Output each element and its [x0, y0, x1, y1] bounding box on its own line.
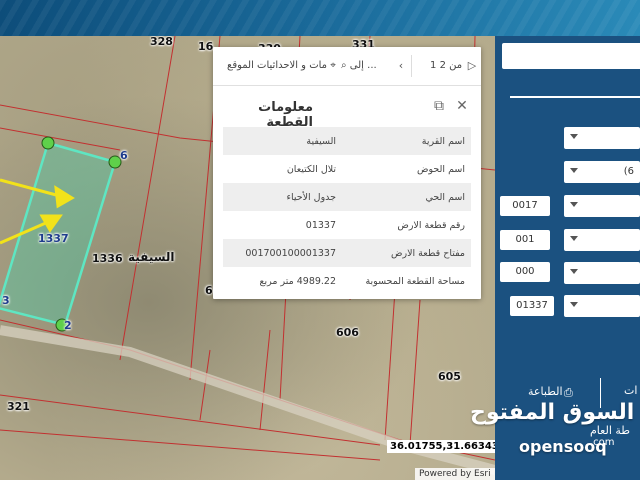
top-banner [0, 0, 640, 36]
chevron-down-icon [570, 269, 578, 274]
directorate-select[interactable]: (6 [564, 161, 640, 183]
header-divider [411, 55, 412, 77]
watermark-suffix: .com [590, 437, 615, 448]
parcel-label: 328 [150, 36, 173, 48]
panel-divider [510, 96, 640, 98]
vertex-label: 2 [64, 319, 72, 332]
popup-title: معلومات القطعة [258, 100, 313, 130]
pager-prev-button[interactable]: ‹ [395, 59, 407, 73]
zoom-to-action[interactable]: ... إلى ⌕ [341, 60, 377, 71]
vertex-label: 3 [2, 294, 10, 307]
parcel-label-selected: 1337 [38, 232, 69, 245]
parcel-label: 16 [198, 40, 214, 53]
esri-attribution[interactable]: Powered by Esri [415, 468, 495, 480]
pin-icon: ⌖ [330, 60, 336, 71]
basin-select[interactable] [564, 229, 640, 251]
chevron-down-icon [570, 302, 578, 307]
governorate-select[interactable] [564, 127, 640, 149]
panel-tab-label[interactable]: ات [624, 384, 637, 397]
table-row: 001700100001337 مفتاح قطعة الارض [223, 239, 471, 267]
zoom-icon: ⌕ [341, 60, 347, 71]
chevron-down-icon [570, 236, 578, 241]
table-row: 4989.22 متر مربع مساحة القطعة المحسوبة [259, 275, 465, 287]
parcel-select[interactable] [564, 295, 640, 317]
chevron-down-icon [570, 134, 578, 139]
vertex-label: 6 [120, 149, 128, 162]
attribute-table: السيفية اسم القرية تلال الكتيعان اسم الحوض… [223, 127, 471, 295]
table-row: تلال الكتيعان اسم الحوض [286, 163, 465, 175]
table-row: 01337 رقم قطعة الارض [305, 219, 465, 231]
village-code-field[interactable]: 0017 [500, 196, 550, 216]
watermark-arabic: السوق المفتوح [470, 400, 635, 425]
village-select[interactable] [564, 195, 640, 217]
chevron-down-icon [570, 202, 578, 207]
parcel-label: 605 [438, 370, 461, 383]
print-button[interactable]: الطباعة [528, 385, 563, 398]
parcel-vertex [41, 136, 55, 150]
place-label: السيفية [128, 250, 175, 264]
neighborhood-code-field[interactable]: 000 [500, 262, 550, 282]
parcel-label: 606 [336, 326, 359, 339]
coordinate-readout: 36.01755,31.66343 [387, 440, 495, 453]
panel-bottom-label[interactable]: طة العام [590, 424, 630, 437]
parcel-number-field[interactable]: 01337 [510, 296, 554, 316]
locate-coordinates-action[interactable]: مات و الاحداثيات الموقع ⌖ [227, 60, 336, 71]
table-row: جدول الأحياء اسم الحي [223, 183, 471, 211]
parcel-label: 1336 [92, 252, 123, 265]
search-input[interactable] [502, 43, 640, 69]
pager-next-button[interactable]: ▷ [466, 59, 478, 73]
pager-text: من 2 1 [430, 60, 463, 71]
printer-icon: ⎙ [564, 386, 573, 399]
chevron-down-icon [570, 168, 578, 173]
basin-code-field[interactable]: 001 [500, 230, 550, 250]
close-icon[interactable]: ✕ [455, 99, 469, 113]
neighborhood-select[interactable] [564, 262, 640, 284]
parcel-label: 6 [205, 284, 213, 297]
popup-header: مات و الاحداثيات الموقع ⌖ ... إلى ⌕ ‹ من… [213, 47, 481, 86]
table-row: السيفية اسم القرية [223, 127, 471, 155]
dock-icon[interactable]: ⧉ [432, 99, 446, 113]
parcel-label: 321 [7, 400, 30, 413]
parcel-info-popup: مات و الاحداثيات الموقع ⌖ ... إلى ⌕ ‹ من… [213, 47, 481, 299]
